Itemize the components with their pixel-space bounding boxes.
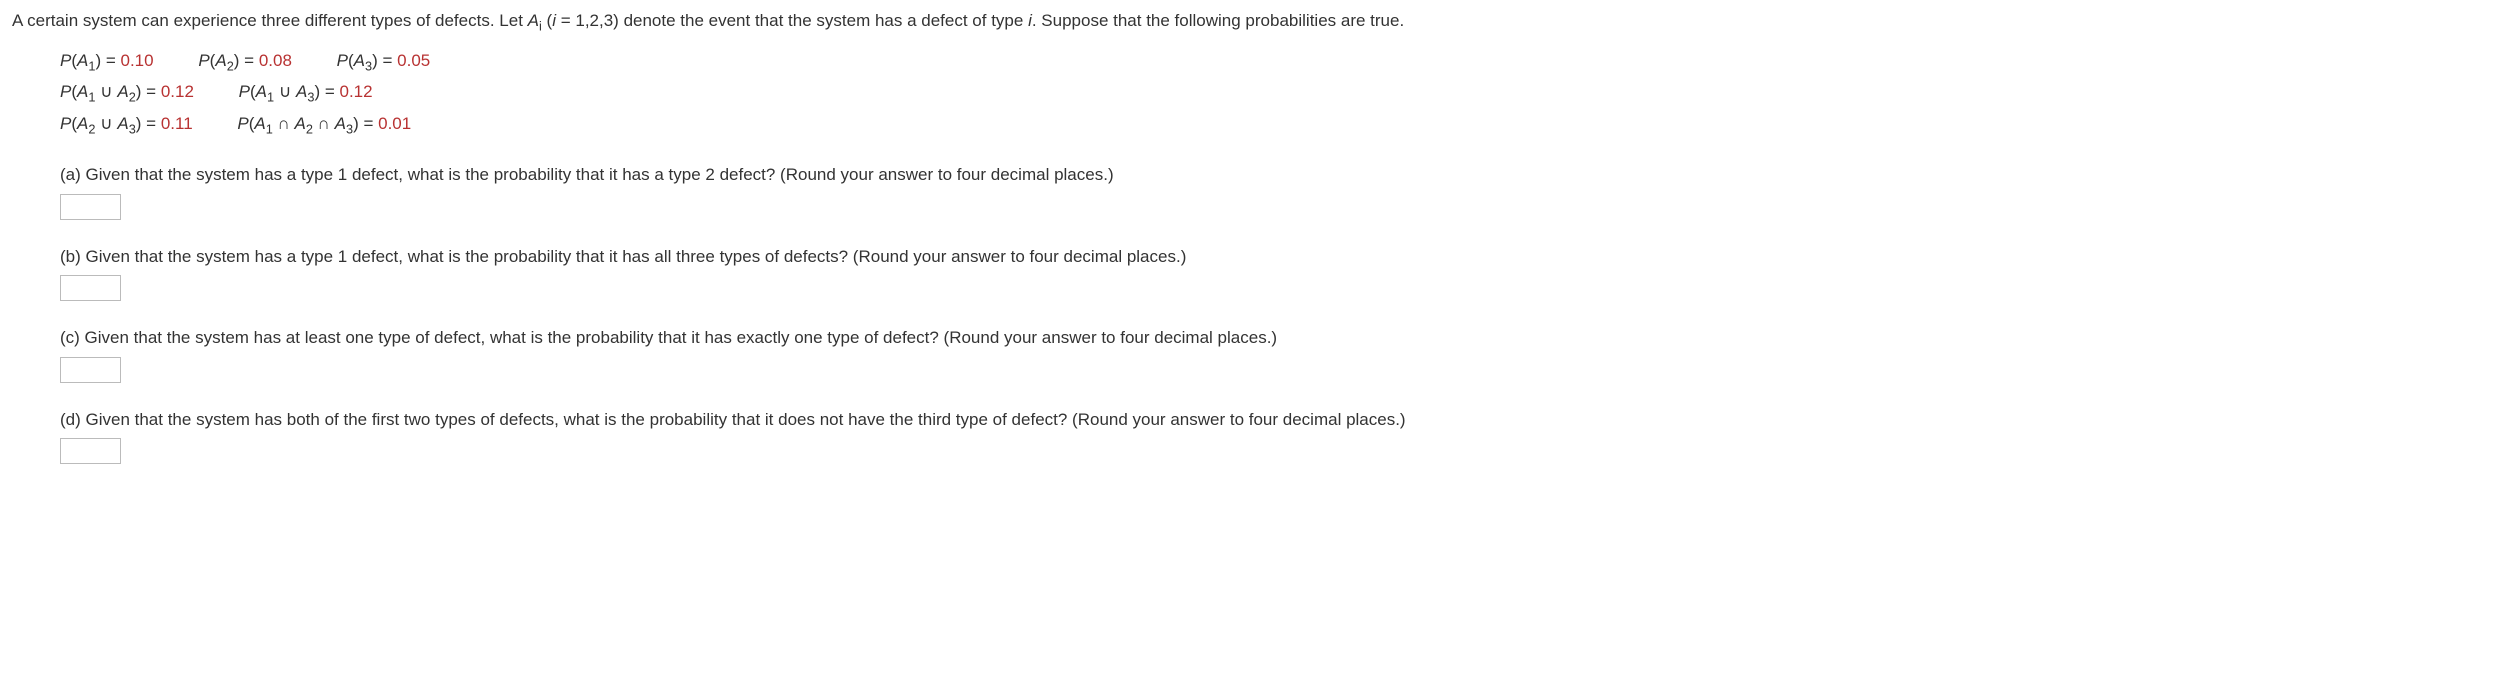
answer-input-c[interactable] [60, 357, 121, 383]
eq: ) = [136, 82, 161, 101]
intro-var-A: A [528, 11, 539, 30]
a-var: A [77, 51, 88, 70]
intro-text-2: ( [542, 11, 552, 30]
prob-a1-u-a2: P(A1 ∪ A2) = 0.12 [60, 79, 194, 107]
a-var: A [256, 82, 267, 101]
prob-a3: P(A3) = 0.05 [337, 48, 431, 76]
eq: ) = [234, 51, 259, 70]
prob-value: 0.12 [161, 82, 194, 101]
a-sub: 1 [266, 121, 273, 136]
a-var: A [335, 114, 346, 133]
question-c: (c) Given that the system has at least o… [60, 325, 2504, 351]
eq: ) = [314, 82, 339, 101]
a-var: A [77, 114, 88, 133]
prob-a2: P(A2) = 0.08 [198, 48, 292, 76]
a-var: A [254, 114, 265, 133]
union-op: ∪ [95, 114, 117, 133]
eq: ) = [372, 51, 397, 70]
prob-row-1: P(A1) = 0.10 P(A2) = 0.08 P(A3) = 0.05 [60, 48, 2504, 76]
eq: ) = [136, 114, 161, 133]
prob-value: 0.01 [378, 114, 411, 133]
p-label: P [60, 114, 71, 133]
prob-row-3: P(A2 ∪ A3) = 0.11 P(A1 ∩ A2 ∩ A3) = 0.01 [60, 111, 2504, 139]
p-label: P [60, 82, 71, 101]
a-sub: 2 [227, 58, 234, 73]
prob-value: 0.12 [339, 82, 372, 101]
a-var: A [296, 82, 307, 101]
a-sub: 3 [129, 121, 136, 136]
probability-block: P(A1) = 0.10 P(A2) = 0.08 P(A3) = 0.05 P… [60, 48, 2504, 139]
prob-value: 0.11 [161, 114, 193, 133]
prob-value: 0.05 [397, 51, 430, 70]
a-var: A [215, 51, 226, 70]
a-sub: 2 [306, 121, 313, 136]
intersect-op: ∩ [273, 114, 295, 133]
answer-input-b[interactable] [60, 275, 121, 301]
union-op: ∪ [95, 82, 117, 101]
a-var: A [354, 51, 365, 70]
intro-text-4: . Suppose that the following probabiliti… [1032, 11, 1404, 30]
p-label: P [198, 51, 209, 70]
a-var: A [77, 82, 88, 101]
answer-input-a[interactable] [60, 194, 121, 220]
a-var: A [117, 114, 128, 133]
prob-a1-u-a3: P(A1 ∪ A3) = 0.12 [239, 79, 373, 107]
eq: ) = [353, 114, 378, 133]
problem-intro: A certain system can experience three di… [12, 8, 2504, 36]
question-d: (d) Given that the system has both of th… [60, 407, 2504, 433]
prob-row-2: P(A1 ∪ A2) = 0.12 P(A1 ∪ A3) = 0.12 [60, 79, 2504, 107]
a-var: A [117, 82, 128, 101]
intro-text-3: = 1,2,3) denote the event that the syste… [556, 11, 1028, 30]
intersect-op: ∩ [313, 114, 335, 133]
intro-text-1: A certain system can experience three di… [12, 11, 528, 30]
eq: ) = [95, 51, 120, 70]
a-var: A [295, 114, 306, 133]
a-sub: 2 [129, 89, 136, 104]
answer-input-d[interactable] [60, 438, 121, 464]
prob-value: 0.10 [121, 51, 154, 70]
p-label: P [239, 82, 250, 101]
a-sub: 3 [346, 121, 353, 136]
question-b: (b) Given that the system has a type 1 d… [60, 244, 2504, 270]
question-a: (a) Given that the system has a type 1 d… [60, 162, 2504, 188]
p-label: P [60, 51, 71, 70]
prob-a1-i-a2-i-a3: P(A1 ∩ A2 ∩ A3) = 0.01 [237, 111, 411, 139]
union-op: ∪ [274, 82, 296, 101]
p-label: P [337, 51, 348, 70]
prob-value: 0.08 [259, 51, 292, 70]
prob-a1: P(A1) = 0.10 [60, 48, 154, 76]
prob-a2-u-a3: P(A2 ∪ A3) = 0.11 [60, 111, 193, 139]
p-label: P [237, 114, 248, 133]
